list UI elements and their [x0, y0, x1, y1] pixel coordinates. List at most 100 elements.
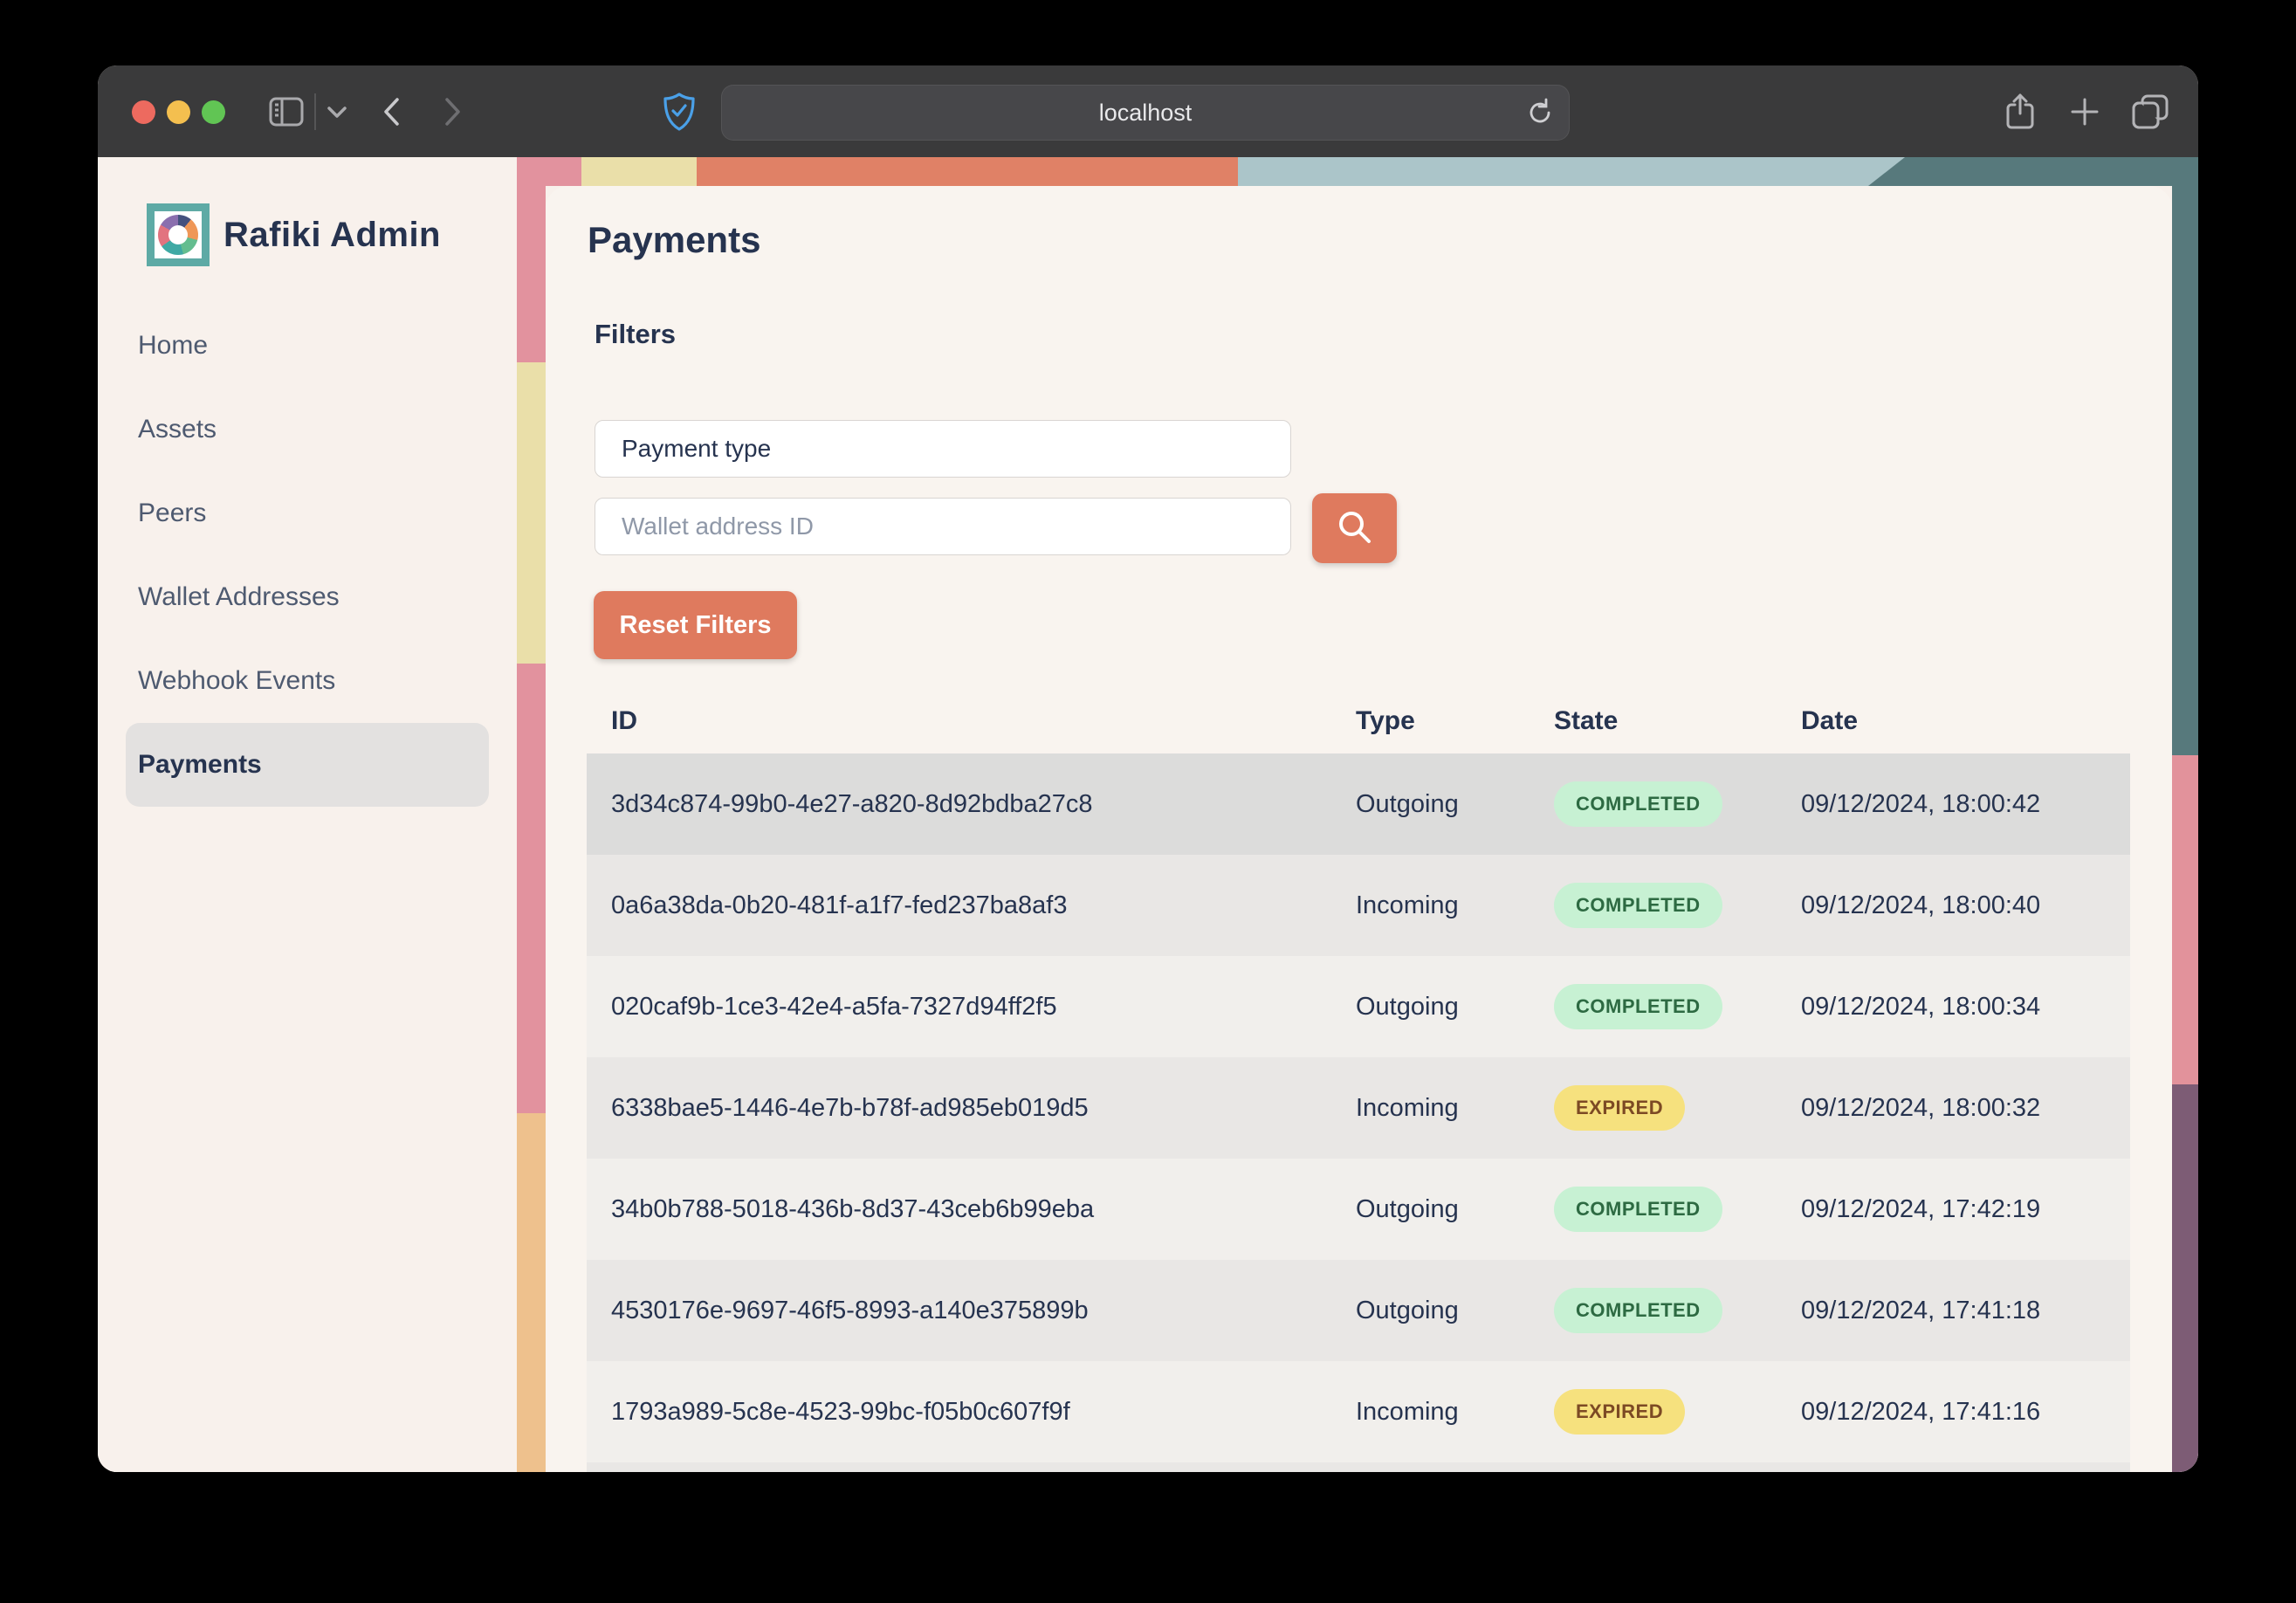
column-header-state: State [1530, 706, 1777, 736]
artwork-strip [517, 664, 546, 1113]
shield-check-icon[interactable] [662, 65, 697, 157]
main-card: Payments Filters Payment type Reset Filt… [546, 186, 2172, 1472]
payment-date-cell: 09/12/2024, 18:00:42 [1777, 790, 2130, 819]
table-row[interactable]: 4530176e-9697-46f5-8993-a140e375899b Out… [587, 1260, 2130, 1361]
table-row[interactable]: 1793a989-5c8e-4523-99bc-f05b0c607f9f Inc… [587, 1361, 2130, 1462]
payment-id-cell: 4530176e-9697-46f5-8993-a140e375899b [587, 1297, 1331, 1325]
forward-icon[interactable] [443, 65, 463, 157]
payment-type-cell: Outgoing [1331, 1297, 1530, 1325]
sidebar-item-payments[interactable]: Payments [126, 723, 489, 807]
table-body: 3d34c874-99b0-4e27-a820-8d92bdba27c8 Out… [587, 753, 2130, 1462]
table-row[interactable]: 0a6a38da-0b20-481f-a1f7-fed237ba8af3 Inc… [587, 855, 2130, 956]
column-header-date: Date [1777, 706, 2130, 736]
artwork-strip [517, 362, 546, 664]
payment-id-cell: 1793a989-5c8e-4523-99bc-f05b0c607f9f [587, 1398, 1331, 1427]
sidebar-item-label: Home [138, 331, 208, 361]
wallet-address-input[interactable] [595, 498, 1291, 555]
payment-date-cell: 09/12/2024, 18:00:40 [1777, 891, 2130, 920]
artwork-strip [2172, 157, 2198, 755]
payment-state-cell: COMPLETED [1530, 883, 1777, 928]
browser-window: localhost [98, 65, 2198, 1472]
search-button[interactable] [1312, 493, 1397, 563]
close-window-button[interactable] [132, 100, 155, 124]
rafiki-logo-icon [147, 203, 210, 266]
artwork-strip [2172, 1084, 2198, 1472]
payment-type-cell: Outgoing [1331, 1195, 1530, 1224]
payment-id-cell: 3d34c874-99b0-4e27-a820-8d92bdba27c8 [587, 790, 1331, 819]
sidebar-toggle-icon[interactable] [269, 65, 304, 157]
payment-type-value: Payment type [622, 435, 771, 463]
sidebar-item-label: Assets [138, 415, 217, 444]
payment-id-cell: 0a6a38da-0b20-481f-a1f7-fed237ba8af3 [587, 891, 1331, 920]
refresh-icon[interactable] [1525, 98, 1555, 127]
status-badge: COMPLETED [1554, 1187, 1722, 1232]
artwork-strip [517, 157, 546, 362]
table-row[interactable]: 020caf9b-1ce3-42e4-a5fa-7327d94ff2f5 Out… [587, 956, 2130, 1057]
payment-date-cell: 09/12/2024, 17:41:16 [1777, 1398, 2130, 1427]
payment-type-cell: Incoming [1331, 1398, 1530, 1427]
filters-heading: Filters [595, 319, 676, 350]
sidebar-item-assets[interactable]: Assets [126, 388, 489, 471]
status-badge: EXPIRED [1554, 1389, 1685, 1434]
payment-state-cell: COMPLETED [1530, 1187, 1777, 1232]
sidebar-item-label: Peers [138, 499, 206, 528]
sidebar-item-wallet-addresses[interactable]: Wallet Addresses [126, 555, 489, 639]
column-header-type: Type [1331, 706, 1530, 736]
toolbar-divider [314, 93, 316, 130]
payment-state-cell: COMPLETED [1530, 984, 1777, 1029]
artwork-strip [517, 1113, 546, 1472]
sidebar-item-label: Wallet Addresses [138, 582, 340, 612]
table-row[interactable]: 3d34c874-99b0-4e27-a820-8d92bdba27c8 Out… [587, 753, 2130, 855]
status-badge: COMPLETED [1554, 781, 1722, 827]
sidebar-item-webhook-events[interactable]: Webhook Events [126, 639, 489, 723]
payment-state-cell: COMPLETED [1530, 781, 1777, 827]
url-text: localhost [1099, 100, 1193, 127]
payment-id-cell: 020caf9b-1ce3-42e4-a5fa-7327d94ff2f5 [587, 993, 1331, 1022]
payment-id-cell: 34b0b788-5018-436b-8d37-43ceb6b99eba [587, 1195, 1331, 1224]
brand-logo[interactable]: Rafiki Admin [147, 203, 441, 266]
chevron-down-icon[interactable] [327, 65, 347, 157]
brand-name: Rafiki Admin [223, 216, 441, 255]
payment-type-select[interactable]: Payment type [595, 420, 1291, 478]
artwork-strip [581, 157, 697, 186]
sidebar-item-home[interactable]: Home [126, 304, 489, 388]
sidebar-item-label: Payments [138, 750, 262, 780]
payment-type-cell: Outgoing [1331, 790, 1530, 819]
payment-date-cell: 09/12/2024, 17:41:18 [1777, 1297, 2130, 1325]
sidebar-item-peers[interactable]: Peers [126, 471, 489, 555]
sidebar-item-label: Webhook Events [138, 666, 335, 696]
page-content: Rafiki Admin Home Assets Peers Wallet Ad… [98, 157, 2198, 1472]
payments-table: ID Type State Date 3d34c874-99b0-4e27-a8… [587, 688, 2130, 1472]
address-bar[interactable]: localhost [721, 85, 1570, 141]
payment-date-cell: 09/12/2024, 18:00:34 [1777, 993, 2130, 1022]
payment-state-cell: EXPIRED [1530, 1389, 1777, 1434]
payment-state-cell: EXPIRED [1530, 1085, 1777, 1131]
reset-filters-button[interactable]: Reset Filters [594, 591, 797, 659]
table-row[interactable]: 6338bae5-1446-4e7b-b78f-ad985eb019d5 Inc… [587, 1057, 2130, 1159]
browser-toolbar: localhost [98, 65, 2198, 157]
new-tab-icon[interactable] [2069, 65, 2100, 157]
payment-id-cell: 6338bae5-1446-4e7b-b78f-ad985eb019d5 [587, 1094, 1331, 1123]
status-badge: EXPIRED [1554, 1085, 1685, 1131]
back-icon[interactable] [382, 65, 401, 157]
magnifier-icon [1335, 507, 1375, 550]
status-badge: COMPLETED [1554, 984, 1722, 1029]
minimize-window-button[interactable] [167, 100, 190, 124]
share-icon[interactable] [2004, 65, 2036, 157]
status-badge: COMPLETED [1554, 883, 1722, 928]
payment-date-cell: 09/12/2024, 18:00:32 [1777, 1094, 2130, 1123]
table-row-partial [587, 1462, 2130, 1472]
payment-date-cell: 09/12/2024, 17:42:19 [1777, 1195, 2130, 1224]
sidebar: Rafiki Admin Home Assets Peers Wallet Ad… [98, 157, 517, 1472]
column-header-id: ID [587, 706, 1331, 736]
table-header: ID Type State Date [587, 688, 2130, 753]
tab-overview-icon[interactable] [2132, 65, 2169, 157]
payment-type-cell: Incoming [1331, 1094, 1530, 1123]
page-title: Payments [588, 219, 760, 261]
payment-state-cell: COMPLETED [1530, 1288, 1777, 1333]
artwork-strip [697, 157, 1238, 186]
table-row[interactable]: 34b0b788-5018-436b-8d37-43ceb6b99eba Out… [587, 1159, 2130, 1260]
artwork-strip [1238, 157, 1905, 186]
artwork-strip [2172, 755, 2198, 1084]
zoom-window-button[interactable] [202, 100, 225, 124]
